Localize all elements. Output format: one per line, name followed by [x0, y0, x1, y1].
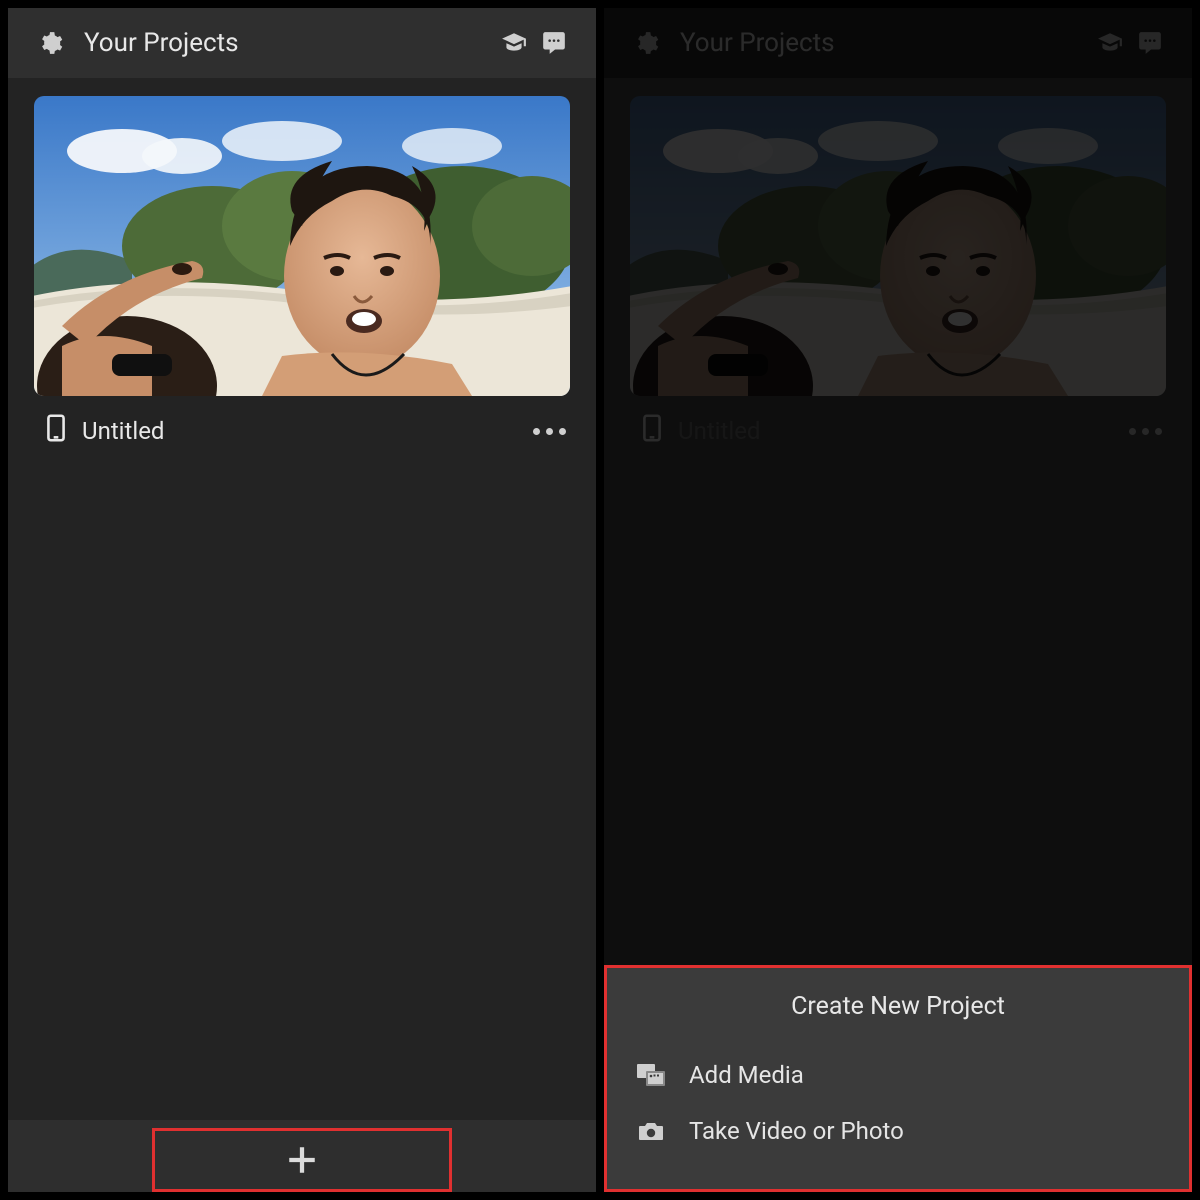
- add-project-button[interactable]: [152, 1128, 452, 1192]
- speech-bubble-icon: [1130, 30, 1170, 56]
- graduation-cap-icon[interactable]: [494, 30, 534, 56]
- project-thumbnail: [630, 96, 1166, 396]
- sheet-item-label: Take Video or Photo: [689, 1117, 904, 1145]
- more-options-icon[interactable]: [533, 428, 566, 435]
- graduation-cap-icon: [1090, 30, 1130, 56]
- project-name: Untitled: [678, 417, 1129, 445]
- project-row[interactable]: Untitled: [8, 396, 596, 448]
- phone-icon: [642, 414, 662, 448]
- gear-icon[interactable]: [30, 30, 70, 56]
- page-title: Your Projects: [84, 28, 494, 58]
- sheet-title: Create New Project: [631, 992, 1165, 1021]
- more-options-icon: [1129, 428, 1162, 435]
- page-title: Your Projects: [680, 28, 1090, 58]
- camera-icon: [635, 1119, 667, 1143]
- projects-screen-with-sheet: Your Projects Untitled Create New Projec…: [600, 0, 1200, 1200]
- projects-screen: Your Projects Untitled: [0, 0, 600, 1200]
- header-bar: Your Projects: [8, 8, 596, 78]
- speech-bubble-icon[interactable]: [534, 30, 574, 56]
- project-thumbnail[interactable]: [34, 96, 570, 396]
- header-bar: Your Projects: [604, 8, 1192, 78]
- take-video-photo-option[interactable]: Take Video or Photo: [631, 1103, 1165, 1159]
- media-icon: [635, 1063, 667, 1087]
- gear-icon: [626, 30, 666, 56]
- project-name: Untitled: [82, 417, 533, 445]
- sheet-item-label: Add Media: [689, 1061, 804, 1089]
- phone-icon: [46, 414, 66, 448]
- project-row: Untitled: [604, 396, 1192, 448]
- create-project-sheet: Create New Project Add Media Take Video …: [604, 965, 1192, 1192]
- add-media-option[interactable]: Add Media: [631, 1047, 1165, 1103]
